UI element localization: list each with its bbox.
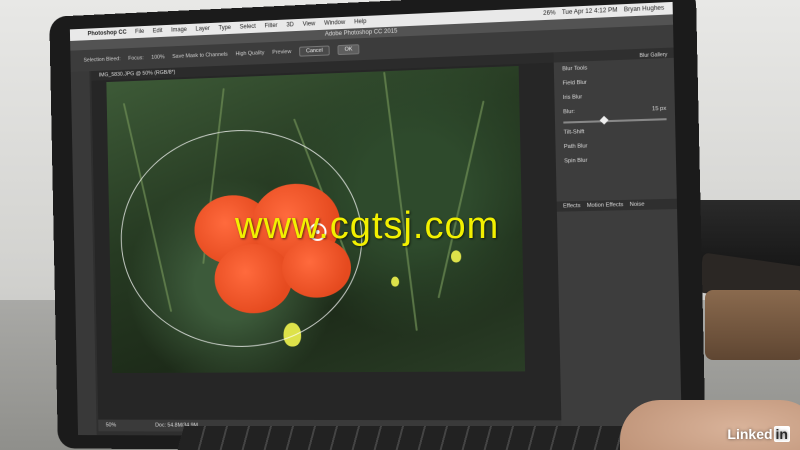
scene: Photoshop CC File Edit Image Layer Type … <box>0 0 800 450</box>
ok-button[interactable]: OK <box>337 44 360 56</box>
menu-file[interactable]: File <box>135 29 144 35</box>
menu-filter[interactable]: Filter <box>265 23 278 30</box>
selection-bleed-label: Selection Bleed: <box>83 56 121 64</box>
keyboard <box>175 426 645 450</box>
battery-indicator[interactable]: 26% <box>543 10 556 17</box>
spin-blur-item[interactable]: Spin Blur <box>556 151 676 169</box>
menu-layer[interactable]: Layer <box>195 26 209 33</box>
tab-effects[interactable]: Effects <box>563 201 581 212</box>
tab-noise[interactable]: Noise <box>630 199 645 210</box>
clock[interactable]: Tue Apr 12 4:12 PM <box>562 8 618 17</box>
user-name[interactable]: Bryan Hughes <box>624 5 664 13</box>
blur-value[interactable]: 15 px <box>652 106 666 113</box>
effects-tabs: Effects Motion Effects Noise <box>556 198 678 212</box>
save-mask-checkbox[interactable]: Save Mask to Channels <box>172 52 228 60</box>
zoom-level[interactable]: 50% <box>106 423 116 429</box>
tab-motion-effects[interactable]: Motion Effects <box>587 200 624 211</box>
cancel-button[interactable]: Cancel <box>299 45 330 57</box>
menu-window[interactable]: Window <box>324 20 345 27</box>
menu-type[interactable]: Type <box>218 25 231 31</box>
menu-help[interactable]: Help <box>354 19 366 26</box>
menu-select[interactable]: Select <box>240 24 256 31</box>
menu-edit[interactable]: Edit <box>153 28 163 34</box>
blur-tools-panel: Blur Gallery Blur Tools Field Blur Iris … <box>553 47 682 438</box>
menu-app-name[interactable]: Photoshop CC <box>88 30 127 38</box>
blur-amount-row: Blur: 15 px <box>555 101 675 119</box>
high-quality-checkbox[interactable]: High Quality <box>235 50 264 57</box>
preview-checkbox[interactable]: Preview <box>272 49 291 56</box>
menu-view[interactable]: View <box>303 21 316 28</box>
focus-label: Focus: <box>128 55 144 62</box>
blur-label: Blur: <box>563 108 575 116</box>
camera-case <box>705 290 800 360</box>
focus-value[interactable]: 100% <box>151 54 164 60</box>
watermark-text: www.cgtsj.com <box>235 205 500 247</box>
linkedin-logo: Linked in <box>727 426 790 442</box>
hand <box>620 400 800 450</box>
blur-gallery-select[interactable]: Blur Gallery <box>639 50 667 61</box>
menu-3d[interactable]: 3D <box>286 22 294 28</box>
menu-image[interactable]: Image <box>171 27 187 34</box>
